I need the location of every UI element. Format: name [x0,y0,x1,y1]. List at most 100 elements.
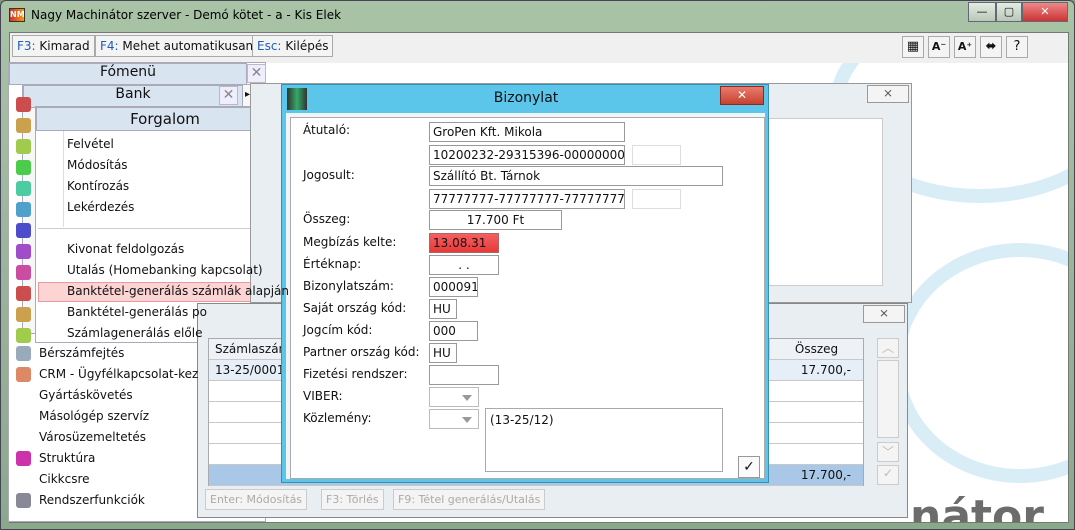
dialog-close-button[interactable]: ✕ [720,86,764,105]
forgalom-menu-item[interactable]: Módosítás [67,158,128,172]
menu-item-icon [16,346,31,361]
scroll-up-icon[interactable]: ︿ [877,338,899,358]
menu-item-icon [16,367,31,382]
label-fizetesi: Fizetési rendszer: [303,367,408,381]
window-title: Nagy Machinátor szerver - Demó kötet - a… [31,8,342,22]
cell-szamlaszam: 13-25/0001 [215,363,285,377]
close-button[interactable]: ✕ [1022,2,1068,22]
auto-proceed-button[interactable]: F4: Mehet automatikusan [95,35,259,57]
list-window-close-icon[interactable]: ⨯ [863,305,905,323]
shortcut-key: F4: [100,39,119,53]
menu-item-icon [16,451,31,466]
exit-button[interactable]: Esc: Kilépés [252,35,334,57]
font-increase-icon[interactable]: A⁺ [954,36,976,58]
label-kozlemeny: Közlemény: [303,411,372,425]
amount-field[interactable]: 17.700 Ft [429,210,562,230]
background-window-close-icon[interactable]: ⨯ [867,85,909,103]
main-menu-item[interactable]: Bérszámfejtés [39,346,124,360]
menu-item-icon [16,223,31,238]
cell-osszeg: 17.700,- [800,363,851,377]
bank-menu-title: Bank [23,85,243,108]
viber-dropdown[interactable] [429,387,479,407]
label-jogcim: Jogcím kód: [303,323,373,337]
menu-item-icon [16,493,31,508]
menu-item-icon [16,244,31,259]
main-menu-item[interactable]: Cikkcsre [39,472,90,486]
forgalom-menu-item[interactable]: Utalás (Homebanking kapcsolat) [67,263,263,277]
delete-button[interactable]: F3: Törlés [321,489,384,510]
forgalom-menu-item[interactable]: Felvétel [67,137,114,151]
label-megbizas: Megbízás kelte: [303,235,397,249]
modify-button[interactable]: Enter: Módosítás [205,489,308,510]
total-osszeg: 17.700,- [800,468,851,482]
scrollbar[interactable] [877,360,899,438]
own-country-code-field[interactable]: HU [429,299,457,319]
help-icon[interactable]: ? [1006,36,1028,58]
maximize-button[interactable]: ▢ [996,2,1022,22]
atutalo-name-field[interactable]: GroPen Kft. Mikola [429,122,625,142]
value-date-field[interactable]: . . [429,255,499,275]
menu-item-icon [16,286,31,301]
bank-menu-close-icon[interactable]: ✕ [219,86,238,105]
main-menu-item[interactable]: Másológép szervíz [39,409,149,423]
order-date-field[interactable]: 13.08.31 [429,233,499,253]
label-bizonylatszam: Bizonylatszám: [303,279,394,293]
list-ok-icon[interactable]: ✓ [877,465,899,485]
title-code-field[interactable]: 000 [429,321,478,341]
atutalo-extra-field[interactable] [632,145,681,165]
main-menu-close-icon[interactable]: ✕ [247,64,266,83]
label-atutalo: Átutaló: [303,123,351,137]
jogosult-account-field[interactable]: 77777777-77777777-77777777 [429,189,625,209]
app-logo-icon: NM [9,8,25,22]
menu-item-icon [16,181,31,196]
partner-country-code-field[interactable]: HU [429,343,457,363]
minimize-button[interactable]: — [968,2,996,22]
label-partner: Partner ország kód: [303,345,420,359]
label-sajat: Saját ország kód: [303,301,407,315]
skip-button[interactable]: F3: Kimarad [12,35,95,57]
main-menu-item[interactable]: Rendszerfunkciók [39,493,145,507]
dialog-ok-button[interactable]: ✓ [738,456,760,478]
menu-gutter [63,131,64,227]
main-menu-item[interactable]: Városüzemeltetés [39,430,146,444]
jogosult-extra-field[interactable] [632,189,681,209]
button-label: Kilépés [285,39,329,53]
forgalom-menu-item[interactable]: Lekérdezés [67,200,134,214]
remark-textarea[interactable]: (13-25/12) [485,408,723,472]
forgalom-menu-item[interactable]: Kontírozás [67,179,129,193]
button-label: Mehet automatikusan [122,39,254,53]
main-menu-title: Fómenü [9,63,247,85]
forgalom-menu-item[interactable]: Kivonat feldolgozás [67,242,184,256]
font-decrease-icon[interactable]: A⁻ [928,36,950,58]
menu-item-icon [16,118,31,133]
tile-windows-icon[interactable]: ▦ [902,36,924,58]
shortcut-key: Esc: [257,39,282,53]
menu-item-icon [16,139,31,154]
menu-item-icon [16,265,31,280]
brand-watermark: nátor [910,491,1044,522]
main-menu-item[interactable]: Gyártáskövetés [39,388,133,402]
column-header-osszeg[interactable]: Összeg [769,339,863,360]
navigate-icon[interactable]: ⬌ [980,36,1002,58]
scroll-down-icon[interactable]: ﹀ [877,442,899,462]
background-decoration [890,243,1068,483]
forgalom-menu-item[interactable]: Banktétel-generálás po [67,305,207,319]
generate-transfer-button[interactable]: F9: Tétel generálás/Utalás [393,489,546,510]
menu-item-icon [16,160,31,175]
shortcut-key: F3: [17,39,36,53]
main-menu-item[interactable]: CRM - Ügyfélkapcsolat-kez [39,367,198,381]
document-number-field[interactable]: 000091 [429,277,478,297]
payment-system-field[interactable] [429,365,499,385]
forgalom-menu-item[interactable]: Banktétel-generálás számlák alapján [67,284,289,298]
label-jogosult: Jogosult: [303,168,355,182]
menu-item-icon [16,97,31,112]
label-osszeg: Összeg: [303,212,351,226]
remark-type-dropdown[interactable] [429,409,479,429]
label-erteknap: Értéknap: [303,257,362,271]
menu-item-icon [16,328,31,343]
forgalom-menu-item[interactable]: Számlagenerálás előle [67,326,202,340]
atutalo-account-field[interactable]: 10200232-29315396-00000000 [429,145,625,165]
jogosult-name-field[interactable]: Szállító Bt. Tárnok [429,166,723,186]
main-menu-item[interactable]: Struktúra [39,451,95,465]
menu-item-icon [16,307,31,322]
